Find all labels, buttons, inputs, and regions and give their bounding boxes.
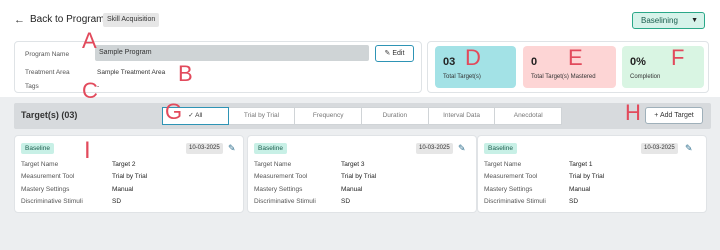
mastery-settings-label: Mastery Settings: [21, 186, 70, 193]
program-name-label: Program Name: [25, 51, 70, 58]
target-name-label: Target Name: [21, 161, 59, 168]
tab-trial-by-trial[interactable]: Trial by Trial: [228, 107, 296, 125]
annotation-letter-i: I: [84, 137, 91, 164]
measurement-tool-label: Measurement Tool: [254, 173, 308, 180]
annotation-letter-h: H: [625, 100, 641, 125]
edit-target-icon[interactable]: ✎: [228, 142, 236, 154]
program-name-value: Sample Program: [99, 49, 152, 56]
tab-frequency[interactable]: Frequency: [295, 107, 363, 125]
program-name-field[interactable]: Sample Program: [95, 45, 369, 61]
measurement-tool-label: Measurement Tool: [484, 173, 538, 180]
edit-target-icon[interactable]: ✎: [685, 142, 693, 154]
annotation-letter-a: A: [82, 28, 97, 53]
edit-program-button[interactable]: ✎ Edit: [375, 45, 414, 62]
target-card[interactable]: Baseline 10-03-2025 ✎ Target Name Target…: [14, 135, 244, 213]
mastery-settings-value: Manual: [569, 186, 591, 193]
annotation-letter-c: C: [82, 78, 98, 103]
baseline-badge: Baseline: [21, 143, 54, 154]
tab-duration[interactable]: Duration: [362, 107, 429, 125]
target-name-value: Target 1: [569, 161, 593, 168]
tab-interval-data[interactable]: Interval Data: [428, 107, 496, 125]
status-select[interactable]: Baselining ▼: [632, 12, 705, 29]
skill-acquisition-chip: Skill Acquisition: [103, 13, 160, 27]
discriminative-stimuli-label: Discriminative Stimuli: [21, 198, 83, 205]
stat-total-targets-label: Total Target(s): [443, 74, 481, 80]
add-target-button[interactable]: + Add Target: [645, 107, 703, 124]
measurement-tool-value: Trial by Trial: [112, 173, 148, 180]
chevron-down-icon: ▼: [691, 17, 698, 24]
stat-completion-value: 0%: [630, 56, 646, 68]
treatment-area-value: Sample Treatment Area: [97, 69, 166, 76]
mastery-settings-label: Mastery Settings: [484, 186, 533, 193]
tags-label: Tags: [25, 83, 39, 90]
baseline-badge: Baseline: [484, 143, 517, 154]
mastery-settings-value: Manual: [341, 186, 363, 193]
back-to-program-link[interactable]: Back to Program: [30, 14, 104, 26]
program-info-card: Program Name Sample Program Treatment Ar…: [14, 41, 422, 93]
edit-button-label: Edit: [392, 50, 405, 57]
discriminative-stimuli-label: Discriminative Stimuli: [484, 198, 546, 205]
measurement-tool-label: Measurement Tool: [21, 173, 75, 180]
stat-total-targets-value: 03: [443, 56, 456, 68]
tab-anecdotal[interactable]: Anecdotal: [495, 107, 563, 125]
target-filter-tabs: ✓ All Trial by Trial Frequency Duration …: [162, 107, 563, 125]
measurement-tool-value: Trial by Trial: [341, 173, 377, 180]
edit-icon: ✎: [384, 50, 391, 57]
stat-completion: 0% Completion: [622, 46, 704, 88]
discriminative-stimuli-value: SD: [569, 198, 579, 205]
stat-mastered-value: 0: [531, 56, 538, 68]
target-date: 10-03-2025: [416, 143, 453, 154]
measurement-tool-value: Trial by Trial: [569, 173, 605, 180]
stat-completion-label: Completion: [630, 74, 661, 80]
annotation-letter-d: D: [465, 45, 481, 70]
discriminative-stimuli-label: Discriminative Stimuli: [254, 198, 316, 205]
discriminative-stimuli-value: SD: [341, 198, 351, 205]
target-name-label: Target Name: [254, 161, 292, 168]
discriminative-stimuli-value: SD: [112, 198, 122, 205]
target-date: 10-03-2025: [186, 143, 223, 154]
add-target-label: Add Target: [659, 112, 694, 119]
target-name-value: Target 3: [341, 161, 365, 168]
target-name-label: Target Name: [484, 161, 522, 168]
back-arrow-icon[interactable]: ←: [14, 14, 25, 26]
target-date: 10-03-2025: [641, 143, 678, 154]
target-name-value: Target 2: [112, 161, 136, 168]
target-card[interactable]: Baseline 10-03-2025 ✎ Target Name Target…: [247, 135, 477, 213]
targets-title: Target(s) (03): [21, 110, 78, 120]
annotation-letter-b: B: [178, 61, 193, 86]
baseline-badge: Baseline: [254, 143, 287, 154]
edit-target-icon[interactable]: ✎: [458, 142, 466, 154]
annotation-letter-g: G: [165, 99, 183, 124]
annotation-letter-f: F: [671, 45, 685, 70]
annotation-letter-e: E: [568, 45, 583, 70]
treatment-area-label: Treatment Area: [25, 69, 70, 76]
mastery-settings-value: Manual: [112, 186, 134, 193]
target-card[interactable]: Baseline 10-03-2025 ✎ Target Name Target…: [477, 135, 707, 213]
mastery-settings-label: Mastery Settings: [254, 186, 303, 193]
status-select-value: Baselining: [641, 16, 678, 25]
stat-mastered-label: Total Target(s) Mastered: [531, 74, 596, 80]
page-header: ← Back to Program Skill Acquisition Base…: [0, 0, 720, 40]
plus-icon: +: [654, 112, 659, 119]
